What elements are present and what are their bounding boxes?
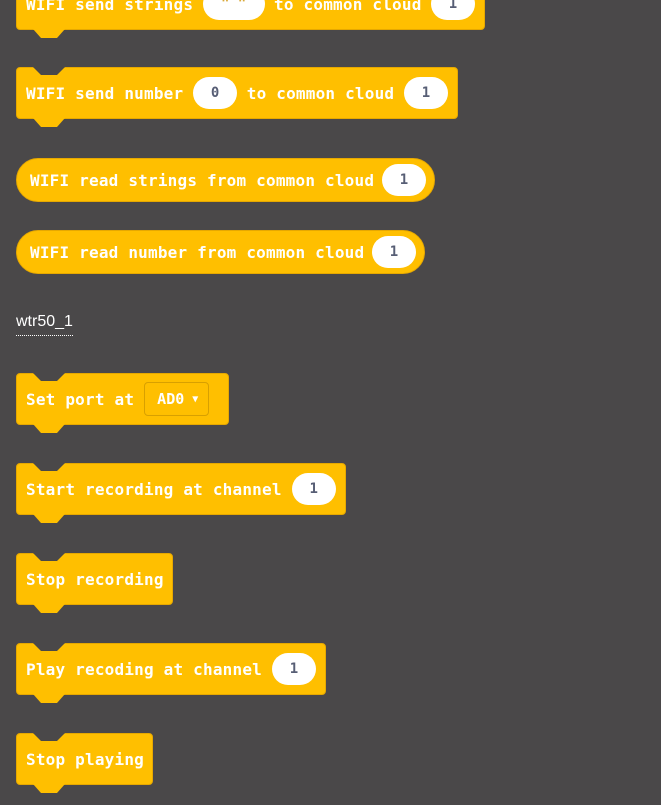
start-recording-block[interactable]: Start recording at channel 1 — [16, 463, 346, 515]
channel-input[interactable]: 1 — [272, 653, 316, 685]
wifi-send-number-block[interactable]: WIFI send number 0 to common cloud 1 — [16, 67, 458, 119]
block-label: Start recording at channel — [26, 479, 282, 499]
port-dropdown-value: AD0 — [157, 390, 185, 408]
port-dropdown[interactable]: AD0 ▼ — [144, 382, 210, 416]
block-label: to common cloud — [274, 0, 422, 14]
block-label: WIFI send strings — [26, 0, 194, 14]
string-input[interactable]: " " — [202, 0, 265, 20]
wifi-read-strings-reporter[interactable]: WIFI read strings from common cloud 1 — [16, 158, 435, 202]
block-label: Set port at — [26, 389, 135, 409]
number-input[interactable]: 0 — [193, 77, 238, 109]
block-label: Play recoding at channel — [26, 659, 262, 679]
block-label: WIFI send number — [26, 83, 184, 103]
stop-playing-block[interactable]: Stop playing — [16, 733, 153, 785]
channel-input[interactable]: 1 — [291, 473, 336, 505]
block-label: WIFI read number from common cloud — [30, 242, 365, 262]
wifi-send-strings-block[interactable]: WIFI send strings " " to common cloud 1 — [16, 0, 485, 30]
channel-input[interactable]: 1 — [382, 164, 426, 196]
wifi-read-number-reporter[interactable]: WIFI read number from common cloud 1 — [16, 230, 425, 274]
category-label: wtr50_1 — [16, 313, 73, 336]
channel-input[interactable]: 1 — [372, 236, 416, 268]
block-label: to common cloud — [246, 83, 395, 103]
channel-input[interactable]: 1 — [430, 0, 475, 20]
block-label: WIFI read strings from common cloud — [30, 170, 375, 190]
block-label: Stop playing — [26, 749, 144, 769]
channel-input[interactable]: 1 — [403, 77, 448, 109]
block-label: Stop recording — [26, 569, 164, 589]
caret-down-icon: ▼ — [192, 393, 199, 405]
play-recording-block[interactable]: Play recoding at channel 1 — [16, 643, 326, 695]
block-palette-flyout: WIFI send strings " " to common cloud 1 … — [0, 0, 661, 805]
set-port-block[interactable]: Set port at AD0 ▼ — [16, 373, 229, 425]
stop-recording-block[interactable]: Stop recording — [16, 553, 173, 605]
